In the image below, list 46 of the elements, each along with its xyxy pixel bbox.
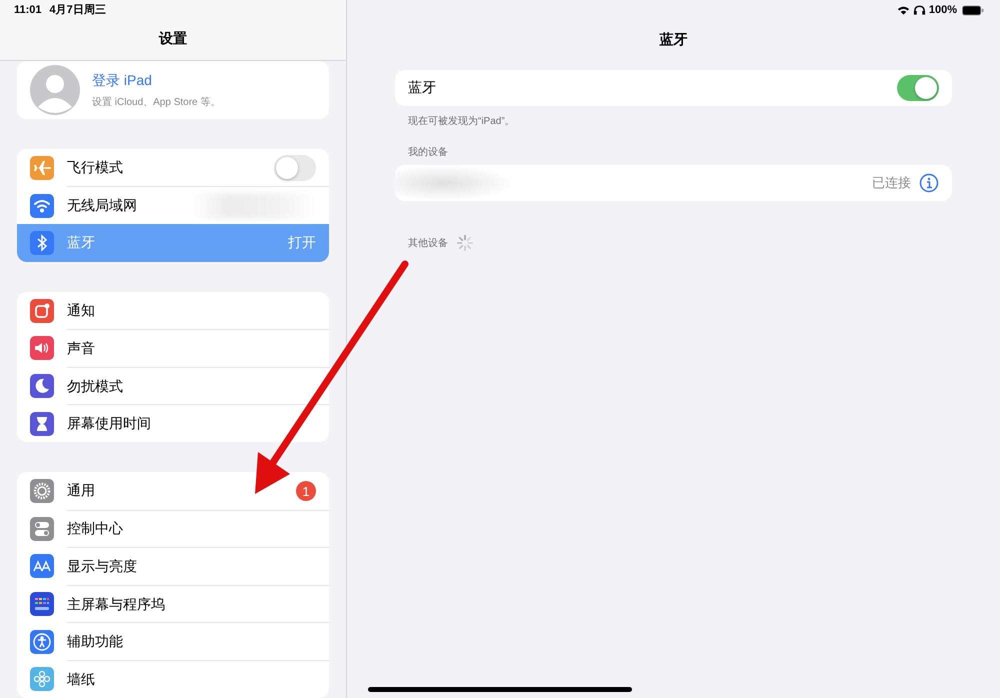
notification-badge: 1 <box>296 481 316 502</box>
settings-row[interactable]: 飞行模式 <box>17 149 329 187</box>
row-label: 控制中心 <box>67 520 123 538</box>
row-label: 飞行模式 <box>67 159 123 178</box>
settings-row[interactable]: 无线局域网 <box>17 186 329 224</box>
settings-row[interactable]: 墙纸 <box>17 660 329 698</box>
status-time: 11:01 <box>14 4 42 16</box>
row-label: 通用 <box>67 482 95 500</box>
settings-row[interactable]: 显示与亮度 <box>17 548 329 586</box>
row-label: 通知 <box>67 302 95 320</box>
sign-in-link[interactable]: 登录 iPad <box>92 72 220 90</box>
settings-row[interactable]: 主屏幕与程序坞 <box>17 585 329 623</box>
settings-row[interactable]: 辅助功能 <box>17 622 329 660</box>
section-header: 其他设备 <box>408 236 448 250</box>
connection-status: 已连接 <box>872 174 911 192</box>
profile-subtitle: 设置 iCloud、App Store 等。 <box>92 96 220 109</box>
wifi-icon <box>896 5 910 15</box>
discoverable-note: 现在可被发现为“iPad”。 <box>407 114 516 128</box>
status-date: 4月7日周三 <box>50 3 106 18</box>
headphones-icon <box>912 5 926 15</box>
row-label: 勿扰模式 <box>67 378 123 396</box>
row-label: 显示与亮度 <box>67 558 137 576</box>
section-header: 我的设备 <box>407 146 449 160</box>
settings-row[interactable]: 控制中心 <box>17 510 329 548</box>
avatar-icon <box>30 65 80 116</box>
row-label: 墙纸 <box>67 670 95 689</box>
profile-card[interactable]: 登录 iPad 设置 iCloud、App Store 等。 <box>17 61 329 120</box>
bluetooth-label: 蓝牙 <box>408 79 436 97</box>
row-label: 辅助功能 <box>67 633 123 652</box>
sidebar-title: 设置 <box>159 30 187 48</box>
row-label: 蓝牙 <box>67 234 95 252</box>
settings-row[interactable]: 勿扰模式 <box>17 367 329 405</box>
settings-row[interactable]: 屏幕使用时间 <box>17 404 329 442</box>
row-label: 声音 <box>67 340 95 358</box>
bluetooth-toggle[interactable] <box>897 75 939 101</box>
row-label: 主屏幕与程序坞 <box>67 596 165 614</box>
airplane-toggle[interactable] <box>274 155 316 182</box>
settings-row[interactable]: 声音 <box>17 330 329 368</box>
row-label: 无线局域网 <box>67 197 137 216</box>
settings-row[interactable]: 通知 <box>17 292 329 330</box>
row-value: 打开 <box>288 234 316 252</box>
battery-percent: 100% <box>928 4 957 16</box>
battery-icon <box>962 4 984 16</box>
detail-title: 蓝牙 <box>660 31 688 49</box>
info-icon[interactable] <box>919 173 939 193</box>
row-label: 屏幕使用时间 <box>67 415 151 434</box>
